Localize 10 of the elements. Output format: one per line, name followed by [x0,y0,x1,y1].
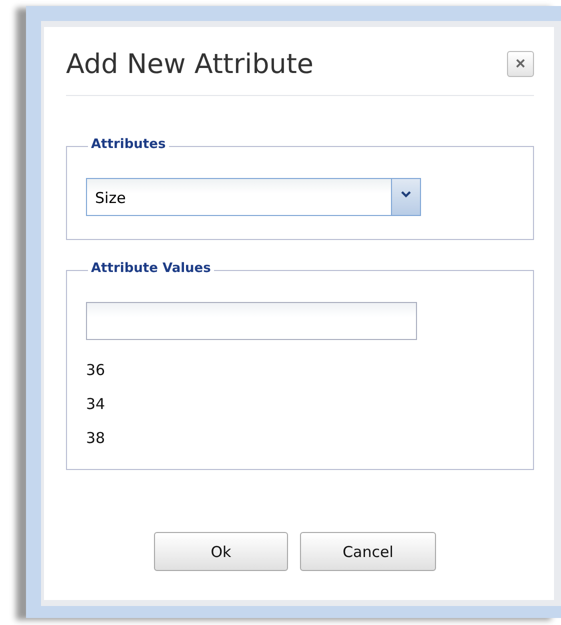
dropdown-caret-icon [401,191,411,198]
value-item[interactable]: 36 [86,353,106,387]
value-item[interactable]: 38 [86,421,106,455]
dialog-button[interactable]: Ok [154,532,288,571]
dialog-title: Add New Attribute [66,48,314,80]
value-input-field[interactable] [86,302,417,340]
attribute-select[interactable]: Size [86,178,421,216]
close-button[interactable]: × [507,51,534,77]
dialog-button[interactable]: Cancel [300,532,436,571]
value-item[interactable]: 34 [86,387,106,421]
